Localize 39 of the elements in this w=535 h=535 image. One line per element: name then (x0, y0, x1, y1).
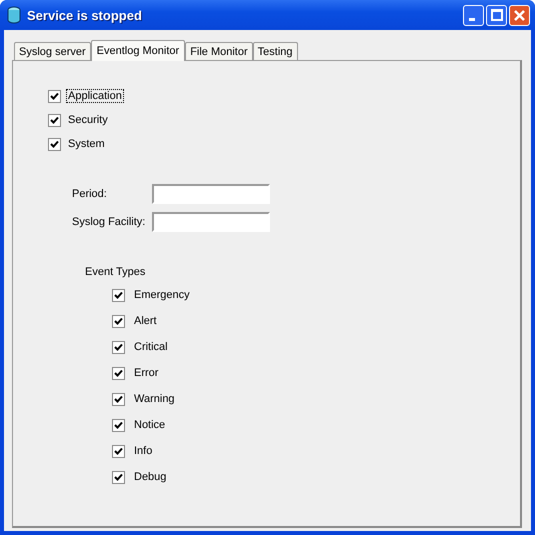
tab[interactable]: Syslog server (14, 42, 91, 60)
checkbox[interactable] (112, 418, 125, 432)
window-title: Service is stopped (27, 8, 143, 22)
input-field[interactable] (152, 184, 270, 204)
maximize-button[interactable] (486, 4, 507, 26)
checkbox[interactable] (48, 90, 61, 102)
checkbox-label: Notice (133, 418, 166, 432)
checkbox[interactable] (48, 138, 61, 150)
group-label: Event Types (85, 266, 146, 278)
checkbox[interactable] (112, 366, 125, 380)
database-icon (6, 6, 22, 24)
checkbox-label: Security (67, 113, 109, 127)
close-button[interactable] (509, 4, 530, 26)
checkbox-label: Warning (133, 392, 176, 406)
field-label: Syslog Facility: (72, 216, 146, 228)
checkbox[interactable] (112, 470, 125, 484)
tab[interactable]: File Monitor (185, 42, 253, 60)
checkbox-label: Application (66, 89, 124, 103)
tab[interactable]: Eventlog Monitor (90, 40, 186, 61)
checkbox[interactable] (112, 314, 125, 328)
checkbox[interactable] (112, 444, 125, 458)
maximize-icon (490, 9, 502, 21)
minimize-icon (468, 18, 474, 21)
checkbox-label: Critical (133, 340, 169, 354)
checkbox-label: Alert (133, 314, 158, 328)
checkbox[interactable] (112, 340, 125, 354)
minimize-button[interactable] (463, 4, 484, 26)
checkbox[interactable] (112, 392, 125, 406)
input-field[interactable] (152, 212, 270, 232)
checkbox[interactable] (48, 114, 61, 126)
field-label: Period: (72, 188, 108, 200)
checkbox-label: Info (133, 444, 154, 458)
tab[interactable]: Testing (252, 42, 298, 60)
close-icon (514, 10, 525, 20)
checkbox-label: Emergency (133, 288, 191, 302)
checkbox-label: Debug (133, 470, 168, 484)
checkbox-label: System (67, 137, 106, 151)
checkbox[interactable] (112, 288, 125, 302)
checkbox-label: Error (133, 366, 160, 380)
